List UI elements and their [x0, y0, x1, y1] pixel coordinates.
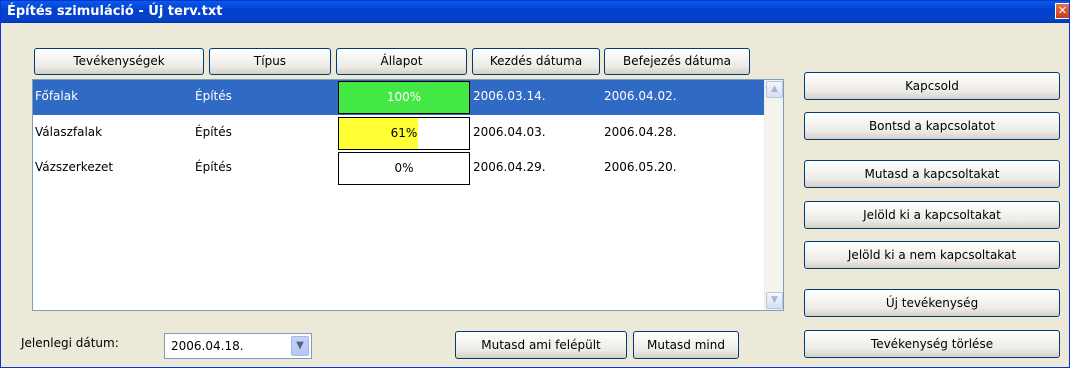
current-date-label: Jelenlegi dátum:	[21, 336, 119, 350]
show-built-button[interactable]: Mutasd ami felépült	[455, 331, 627, 359]
current-date-value: 2006.04.18.	[171, 339, 244, 353]
window-title: Építés szimuláció - Új terv.txt	[7, 4, 223, 19]
progress-bar: 61%	[338, 117, 470, 150]
end-date: 2006.05.20.	[604, 160, 677, 174]
activity-type: Építés	[195, 89, 232, 103]
list-item[interactable]: Vázszerkezet Építés 0% 2006.04.29. 2006.…	[33, 151, 764, 186]
column-header-activities[interactable]: Tevékenységek	[34, 48, 204, 75]
mark-unconnected-button[interactable]: Jelöld ki a nem kapcsoltakat	[804, 241, 1060, 269]
column-header-type[interactable]: Típus	[209, 48, 331, 75]
disconnect-button[interactable]: Bontsd a kapcsolatot	[804, 112, 1060, 140]
progress-label: 0%	[394, 161, 414, 175]
list-item[interactable]: Főfalak Építés 100% 2006.03.14. 2006.04.…	[33, 80, 764, 115]
column-header-status[interactable]: Állapot	[336, 48, 467, 75]
column-header-end-date[interactable]: Befejezés dátuma	[604, 48, 750, 75]
date-dropdown-button[interactable]: ▼	[291, 336, 309, 356]
end-date: 2006.04.02.	[604, 89, 677, 103]
chevron-down-icon: ▼	[296, 340, 304, 351]
progress-label: 61%	[390, 126, 418, 140]
scroll-down-button[interactable]: ▼	[766, 292, 783, 309]
activity-name: Válaszfalak	[35, 125, 103, 139]
scroll-up-button[interactable]: ▲	[766, 81, 783, 98]
start-date: 2006.03.14.	[473, 89, 546, 103]
app-window: Építés szimuláció - Új terv.txt ✕ Tevéke…	[0, 0, 1070, 368]
end-date: 2006.04.28.	[604, 125, 677, 139]
activity-name: Főfalak	[35, 89, 79, 103]
close-icon: ✕	[1057, 4, 1068, 17]
activity-type: Építés	[195, 125, 232, 139]
list-item[interactable]: Válaszfalak Építés 61% 2006.04.03. 2006.…	[33, 116, 764, 151]
progress-bar: 0%	[338, 152, 470, 185]
mark-connected-button[interactable]: Jelöld ki a kapcsoltakat	[804, 201, 1060, 229]
activity-list[interactable]: Főfalak Építés 100% 2006.03.14. 2006.04.…	[32, 79, 784, 311]
start-date: 2006.04.29.	[473, 160, 546, 174]
new-activity-button[interactable]: Új tevékenység	[804, 289, 1060, 317]
title-bar[interactable]: Építés szimuláció - Új terv.txt ✕	[1, 1, 1069, 23]
chevron-down-icon: ▼	[771, 295, 778, 305]
show-connected-button[interactable]: Mutasd a kapcsoltakat	[804, 160, 1060, 188]
progress-bar: 100%	[338, 81, 470, 114]
start-date: 2006.04.03.	[473, 125, 546, 139]
current-date-select[interactable]: 2006.04.18. ▼	[164, 333, 312, 359]
column-header-start-date[interactable]: Kezdés dátuma	[472, 48, 600, 75]
show-all-button[interactable]: Mutasd mind	[633, 331, 739, 359]
progress-label: 100%	[386, 90, 422, 104]
activity-name: Vázszerkezet	[35, 160, 114, 174]
close-button[interactable]: ✕	[1055, 3, 1069, 19]
activity-type: Építés	[195, 160, 232, 174]
delete-activity-button[interactable]: Tevékenység törlése	[804, 330, 1060, 358]
connect-button[interactable]: Kapcsold	[804, 72, 1060, 100]
vertical-scrollbar[interactable]: ▲ ▼	[764, 80, 783, 310]
chevron-up-icon: ▲	[771, 84, 778, 94]
